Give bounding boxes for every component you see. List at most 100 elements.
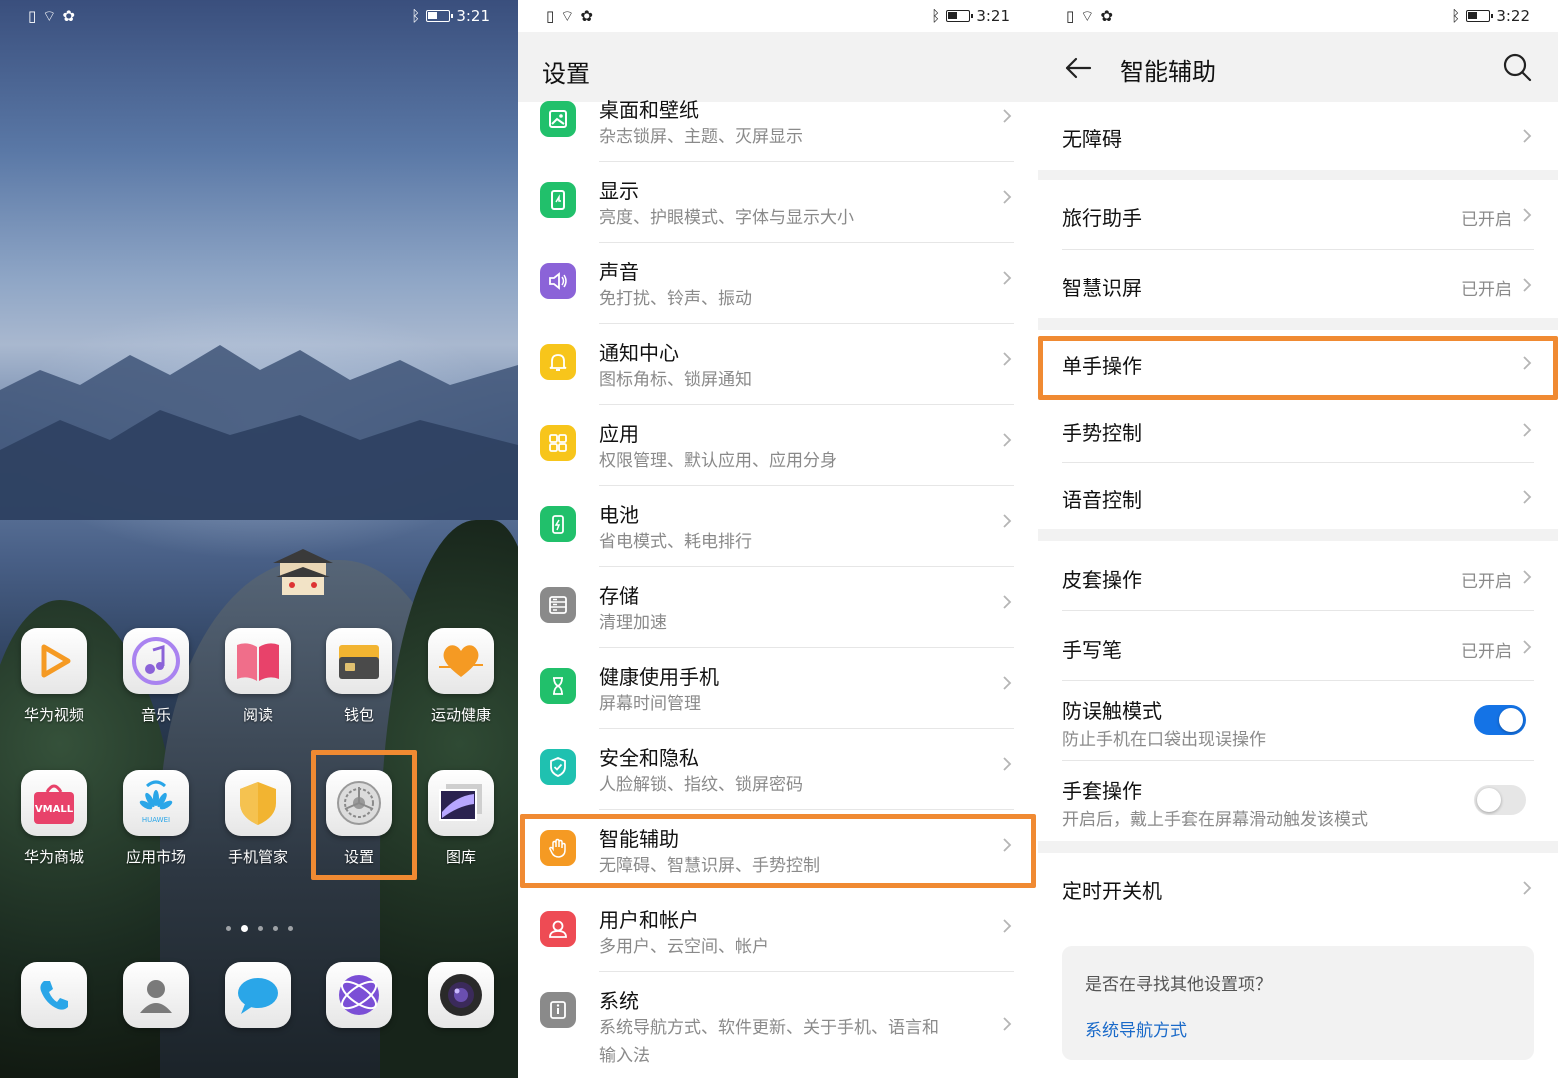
status-bar: ▯ ⌔ ✿ ᛒ 3:22 (1038, 0, 1558, 32)
app-label: 阅读 (242, 706, 273, 724)
battery-status-icon (946, 10, 974, 22)
page-dot (225, 926, 231, 931)
app-vmall[interactable]: VMALL 华为商城 (6, 770, 102, 867)
status-time: 3:22 (1496, 7, 1530, 25)
app-label: 运动健康 (430, 706, 491, 724)
search-icon[interactable] (1502, 52, 1532, 82)
dock-camera[interactable] (413, 962, 509, 1028)
chevron-right-icon (1003, 1017, 1012, 1031)
app-label: 应用市场 (125, 848, 186, 866)
assist-item-scheduled-power[interactable]: 定时开关机 (1038, 853, 1558, 923)
dock-browser[interactable] (311, 962, 407, 1028)
app-appgallery[interactable]: HUAWEI 应用市场 (108, 770, 204, 867)
chevron-right-icon (1523, 129, 1532, 143)
settings-item-title: 存储 (599, 584, 639, 608)
app-huawei-video[interactable]: 华为视频 (6, 628, 102, 725)
status-bar: ▯ ⌔ ✿ ᛒ 3:21 (518, 0, 1038, 32)
assist-item-accessibility[interactable]: 无障碍 (1038, 102, 1558, 170)
settings-item-wallpaper[interactable]: 桌面和壁纸 杂志锁屏、主题、灭屏显示 (518, 81, 1038, 162)
page-dot-active (240, 925, 248, 932)
chevron-right-icon (1003, 595, 1012, 609)
wallpaper-icon (540, 101, 576, 137)
app-label: 华为商城 (23, 848, 84, 866)
settings-item-battery[interactable]: 电池 省电模式、耗电排行 (518, 486, 1038, 567)
settings-item-security[interactable]: 安全和隐私 人脸解锁、指纹、锁屏密码 (518, 729, 1038, 810)
app-label: 图库 (445, 848, 476, 866)
hourglass-icon (540, 668, 576, 704)
glove-mode-toggle[interactable] (1474, 785, 1526, 815)
wifi-icon: ⌔ (1080, 6, 1095, 25)
chevron-right-icon (1523, 208, 1532, 222)
pocket-mode-toggle[interactable] (1474, 705, 1526, 735)
chevron-right-icon (1003, 676, 1012, 690)
settings-item-display[interactable]: 显示 亮度、护眼模式、字体与显示大小 (518, 162, 1038, 243)
status-enabled: 已开启 (1461, 642, 1512, 662)
settings-item-system[interactable]: 系统 系统导航方式、软件更新、关于手机、语言和 输入法 (518, 972, 1038, 1078)
settings-item-title: 通知中心 (599, 341, 679, 365)
dock-contacts[interactable] (108, 962, 204, 1028)
status-left-icons: ▯ ⌔ ✿ (546, 7, 593, 26)
app-label: 钱包 (343, 706, 374, 724)
assist-item-subtitle: 开启后，戴上手套在屏幕滑动触发该模式 (1062, 810, 1368, 830)
settings-item-title: 应用 (599, 422, 639, 446)
vmall-bag-icon: VMALL (21, 770, 87, 836)
status-enabled: 已开启 (1461, 572, 1512, 592)
settings-item-notifications[interactable]: 通知中心 图标角标、锁屏通知 (518, 324, 1038, 405)
toggle-knob (1477, 788, 1501, 812)
assist-item-ai-lens[interactable]: 智慧识屏 已开启 (1038, 250, 1558, 318)
app-gallery[interactable]: 图库 (413, 770, 509, 867)
assist-item-motion-control[interactable]: 手势控制 (1038, 397, 1558, 463)
chevron-right-icon (1003, 271, 1012, 285)
settings-item-subtitle: 人脸解锁、指纹、锁屏密码 (599, 775, 803, 795)
smart-assistance-highlight (520, 814, 1036, 888)
settings-item-subtitle: 亮度、护眼模式、字体与显示大小 (599, 208, 854, 228)
apps-grid-icon (540, 425, 576, 461)
settings-item-subtitle-line2: 输入法 (599, 1046, 650, 1066)
settings-item-title: 健康使用手机 (599, 665, 719, 689)
settings-item-storage[interactable]: 存储 清理加速 (518, 567, 1038, 648)
dock-messages[interactable] (210, 962, 306, 1028)
page-title: 智能辅助 (1120, 58, 1216, 86)
wifi-icon: ⌔ (560, 6, 575, 25)
section-gap (1038, 529, 1558, 541)
book-icon (225, 628, 291, 694)
settings-item-title: 电池 (599, 503, 639, 527)
temple-pavilion (273, 549, 333, 595)
display-icon (540, 182, 576, 218)
settings-item-title: 桌面和壁纸 (599, 98, 699, 122)
shield-icon (225, 770, 291, 836)
app-wallet[interactable]: 钱包 (311, 628, 407, 725)
chevron-right-icon (1003, 514, 1012, 528)
settings-item-users[interactable]: 用户和帐户 多用户、云空间、帐户 (518, 891, 1038, 972)
app-phone-manager[interactable]: 手机管家 (210, 770, 306, 867)
chevron-right-icon (1003, 352, 1012, 366)
settings-item-sound[interactable]: 声音 免打扰、铃声、振动 (518, 243, 1038, 324)
suggestion-link-system-navigation[interactable]: 系统导航方式 (1085, 1016, 1187, 1041)
huawei-bag-icon: HUAWEI (123, 770, 189, 836)
assist-item-travel-assistant[interactable]: 旅行助手 已开启 (1038, 180, 1558, 250)
assist-item-stylus[interactable]: 手写笔 已开启 (1038, 611, 1558, 681)
chevron-right-icon (1523, 640, 1532, 654)
assist-item-cover-mode[interactable]: 皮套操作 已开启 (1038, 541, 1558, 611)
assist-item-title: 定时开关机 (1062, 879, 1162, 903)
back-arrow-icon[interactable] (1064, 54, 1092, 82)
settings-item-title: 声音 (599, 260, 639, 284)
app-health[interactable]: 运动健康 (413, 628, 509, 725)
dock-phone[interactable] (6, 962, 102, 1028)
chevron-right-icon (1523, 490, 1532, 504)
bluetooth-icon: ᛒ (931, 7, 941, 25)
settings-item-subtitle: 图标角标、锁屏通知 (599, 370, 752, 390)
assist-item-voice-control[interactable]: 语音控制 (1038, 463, 1558, 529)
battery-status-icon (426, 10, 454, 22)
settings-item-apps[interactable]: 应用 权限管理、默认应用、应用分身 (518, 405, 1038, 486)
status-time: 3:21 (456, 7, 490, 25)
wallet-icon (326, 628, 392, 694)
chevron-right-icon (1003, 433, 1012, 447)
status-time: 3:21 (976, 7, 1010, 25)
app-reading[interactable]: 阅读 (210, 628, 306, 725)
assist-item-title: 手势控制 (1062, 421, 1142, 445)
settings-item-digital-balance[interactable]: 健康使用手机 屏幕时间管理 (518, 648, 1038, 729)
app-music[interactable]: 音乐 (108, 628, 204, 725)
sim-alert-icon: ▯ (1066, 7, 1075, 25)
chevron-right-icon (1523, 881, 1532, 895)
